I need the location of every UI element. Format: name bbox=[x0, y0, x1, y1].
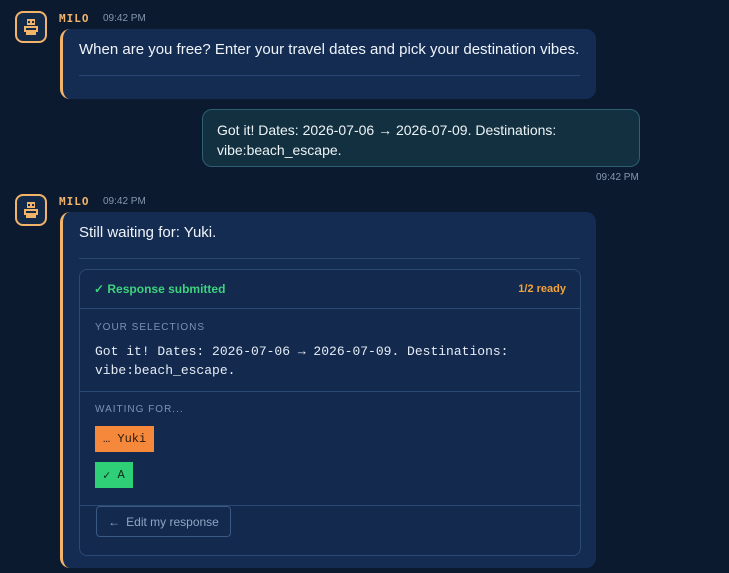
response-card: ✓ Response submitted 1/2 ready YOUR SELE… bbox=[79, 269, 581, 556]
message-text: Still waiting for: Yuki. bbox=[79, 224, 217, 241]
message-time: 09:42 PM bbox=[103, 196, 146, 207]
waiting-label: WAITING FOR... bbox=[95, 404, 184, 415]
arrow-left-icon: ← bbox=[108, 514, 121, 529]
participant-name: Yuki bbox=[117, 432, 147, 446]
robot-icon bbox=[15, 11, 47, 43]
check-icon: ✓ bbox=[103, 468, 111, 483]
ellipsis-icon: … bbox=[103, 432, 111, 446]
selections-text: Got it! Dates: 2026-07-06 → 2026-07-09. … bbox=[95, 344, 509, 378]
selections-section: YOUR SELECTIONS Got it! Dates: 2026-07-0… bbox=[80, 309, 580, 392]
bot-message: When are you free? Enter your travel dat… bbox=[60, 29, 596, 99]
divider bbox=[79, 258, 580, 259]
sender-name: MILO bbox=[59, 12, 90, 25]
message-text: When are you free? Enter your travel dat… bbox=[79, 41, 580, 58]
divider bbox=[79, 75, 580, 76]
message-time: 09:42 PM bbox=[103, 13, 146, 24]
chat-window: MILO 09:42 PM When are you free? Enter y… bbox=[0, 0, 729, 573]
selections-label: YOUR SELECTIONS bbox=[95, 322, 206, 333]
edit-button-label: Edit my response bbox=[126, 514, 219, 529]
message-time: 09:42 PM bbox=[596, 172, 639, 183]
status-badge: ✓ Response submitted bbox=[94, 282, 226, 296]
participant-chip-pending: … Yuki bbox=[95, 426, 155, 452]
card-header: ✓ Response submitted 1/2 ready bbox=[80, 270, 580, 309]
sender-name: MILO bbox=[59, 195, 90, 208]
edit-response-button[interactable]: ← Edit my response bbox=[96, 506, 231, 537]
message-text: Got it! Dates: 2026-07-06 → 2026-07-09. … bbox=[217, 122, 557, 158]
participant-name: A bbox=[117, 468, 125, 482]
ready-count: 1/2 ready bbox=[518, 283, 566, 295]
participant-chip-done: ✓ A bbox=[95, 462, 133, 488]
robot-icon bbox=[15, 194, 47, 226]
user-message: Got it! Dates: 2026-07-06 → 2026-07-09. … bbox=[202, 109, 640, 167]
waiting-section: WAITING FOR... … Yuki ✓ A bbox=[80, 392, 580, 506]
bot-message: Still waiting for: Yuki. ✓ Response subm… bbox=[60, 212, 596, 568]
